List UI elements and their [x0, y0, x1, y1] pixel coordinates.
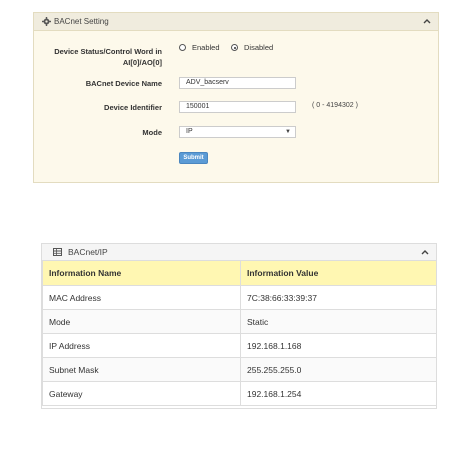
caret-down-icon: ▼: [285, 129, 291, 135]
gear-icon: [42, 17, 51, 26]
cell-value: 255.255.255.0: [240, 357, 437, 382]
bacnet-ip-table: Information Name Information Value MAC A…: [42, 260, 437, 406]
table-row: Subnet Mask 255.255.255.0: [42, 357, 437, 382]
status-control-label: Device Status/Control Word in AI[0]/AO[0…: [42, 46, 162, 68]
table-row: MAC Address 7C:38:66:33:39:37: [42, 285, 437, 310]
disabled-radio-label[interactable]: Disabled: [244, 43, 273, 53]
table-icon: [53, 248, 62, 256]
bacnet-setting-title: BACnet Setting: [54, 17, 109, 26]
enabled-radio[interactable]: [179, 44, 186, 51]
device-identifier-label: Device Identifier: [104, 103, 162, 112]
column-header-name: Information Name: [42, 260, 241, 286]
cell-value: Static: [240, 309, 437, 334]
mode-select-value: IP: [186, 128, 193, 135]
cell-value: 192.168.1.254: [240, 381, 437, 406]
enabled-radio-label[interactable]: Enabled: [192, 43, 220, 53]
bacnet-ip-header[interactable]: BACnet/IP: [42, 244, 436, 261]
cell-name: Gateway: [42, 381, 241, 406]
device-name-input[interactable]: ADV_bacserv: [179, 77, 296, 89]
bacnet-setting-header[interactable]: BACnet Setting: [34, 13, 438, 31]
cell-name: IP Address: [42, 333, 241, 358]
cell-value: 192.168.1.168: [240, 333, 437, 358]
chevron-up-icon[interactable]: [420, 244, 430, 260]
cell-name: Subnet Mask: [42, 357, 241, 382]
bacnet-setting-panel: BACnet Setting Device Status/Control Wor…: [33, 12, 439, 183]
submit-button[interactable]: Submit: [179, 152, 208, 164]
table-row: IP Address 192.168.1.168: [42, 333, 437, 358]
mode-select[interactable]: IP ▼: [179, 126, 296, 138]
status-control-label-line1: Device Status/Control Word in: [54, 47, 162, 56]
bacnet-ip-title: BACnet/IP: [68, 247, 108, 257]
cell-name: Mode: [42, 309, 241, 334]
disabled-radio[interactable]: [231, 44, 238, 51]
table-row: Mode Static: [42, 309, 437, 334]
table-header-row: Information Name Information Value: [42, 260, 437, 286]
device-identifier-range: ( 0 - 4194302 ): [312, 102, 358, 109]
cell-value: 7C:38:66:33:39:37: [240, 285, 437, 310]
bacnet-ip-panel: BACnet/IP Information Name Information V…: [41, 243, 437, 409]
cell-name: MAC Address: [42, 285, 241, 310]
column-header-value: Information Value: [240, 260, 437, 286]
status-control-label-line2: AI[0]/AO[0]: [122, 58, 162, 67]
table-row: Gateway 192.168.1.254: [42, 381, 437, 406]
device-name-label: BACnet Device Name: [85, 79, 162, 88]
device-identifier-input[interactable]: 150001: [179, 101, 296, 113]
chevron-up-icon[interactable]: [422, 13, 432, 30]
mode-label: Mode: [142, 128, 162, 137]
